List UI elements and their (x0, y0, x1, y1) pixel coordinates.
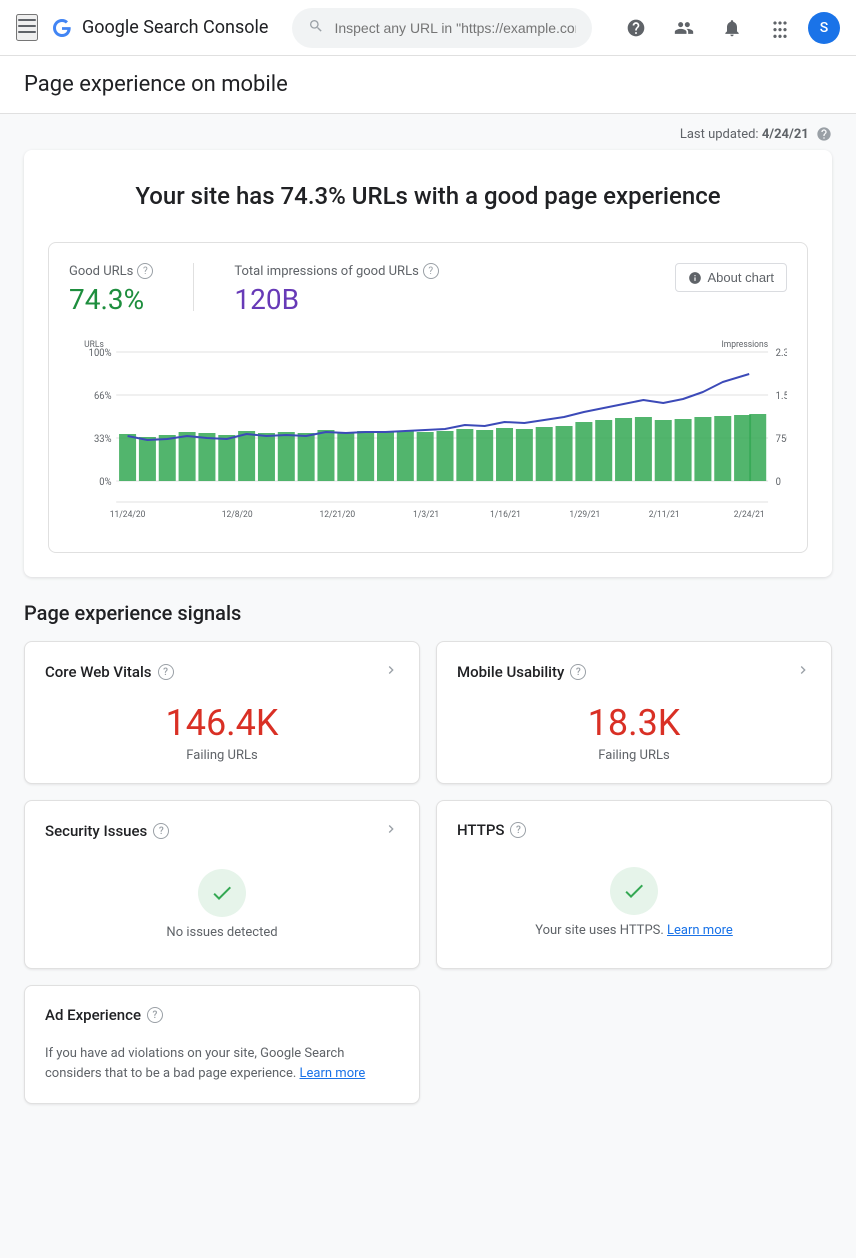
stats-row: Good URLs ? 74.3% Total impressions of g… (69, 263, 787, 316)
mobile-usability-header: Mobile Usability ? (457, 662, 811, 682)
svg-text:66%: 66% (94, 391, 112, 402)
help-icon-button[interactable] (616, 8, 656, 48)
security-check-container: No issues detected (45, 861, 399, 948)
svg-text:0%: 0% (99, 477, 111, 488)
svg-text:0: 0 (776, 477, 781, 488)
ad-learn-more-link[interactable]: Learn more (300, 1066, 366, 1081)
svg-text:11/24/20: 11/24/20 (110, 510, 146, 520)
svg-text:12/8/20: 12/8/20 (222, 510, 253, 520)
https-help-icon[interactable]: ? (510, 822, 526, 838)
security-status-text: No issues detected (166, 925, 277, 940)
hero-section: Your site has 74.3% URLs with a good pag… (24, 150, 832, 577)
svg-text:12/21/20: 12/21/20 (319, 510, 355, 520)
security-issues-header: Security Issues ? (45, 821, 399, 841)
last-updated-bar: Last updated: 4/24/21 (24, 114, 832, 150)
signals-grid: Core Web Vitals ? 146.4K Failing URLs Mo… (24, 641, 832, 969)
bell-icon-button[interactable] (712, 8, 752, 48)
search-input[interactable] (334, 20, 576, 36)
cwv-value: 146.4K (45, 702, 399, 744)
security-check-icon (210, 881, 234, 905)
si-chevron-icon[interactable] (383, 821, 399, 841)
signals-section: Page experience signals Core Web Vitals … (24, 601, 832, 1104)
mobile-usability-title: Mobile Usability ? (457, 663, 586, 681)
cwv-sublabel: Failing URLs (45, 748, 399, 763)
svg-text:1/16/21: 1/16/21 (490, 510, 521, 520)
good-urls-stat: Good URLs ? 74.3% (69, 263, 153, 316)
core-web-vitals-card: Core Web Vitals ? 146.4K Failing URLs (24, 641, 420, 784)
good-urls-help-icon[interactable]: ? (137, 263, 153, 279)
last-updated-date: 4/24/21 (762, 127, 809, 142)
chart-container: 100% 66% 33% 0% URLs 2.3B 1.5B 750M 0 Im… (69, 332, 787, 532)
ad-help-icon[interactable]: ? (147, 1007, 163, 1023)
https-check-circle (610, 867, 658, 915)
url-search-bar[interactable] (292, 8, 592, 48)
apps-icon-button[interactable] (760, 8, 800, 48)
https-check-container: Your site uses HTTPS. Learn more (457, 859, 811, 946)
core-web-vitals-title: Core Web Vitals ? (45, 663, 174, 681)
mu-value: 18.3K (457, 702, 811, 744)
info-icon (688, 271, 702, 285)
svg-text:1/29/21: 1/29/21 (569, 510, 600, 520)
security-issues-title: Security Issues ? (45, 822, 169, 840)
mobile-usability-card: Mobile Usability ? 18.3K Failing URLs (436, 641, 832, 784)
https-learn-more-link[interactable]: Learn more (667, 923, 733, 938)
ad-experience-body: If you have ad violations on your site, … (45, 1044, 399, 1083)
svg-text:Impressions: Impressions (721, 340, 768, 350)
main-content: Last updated: 4/24/21 Your site has 74.3… (0, 114, 856, 1258)
https-status-text: Your site uses HTTPS. Learn more (535, 923, 733, 938)
ad-experience-row: Ad Experience ? If you have ad violation… (24, 985, 832, 1104)
mu-help-icon[interactable]: ? (570, 664, 586, 680)
avatar[interactable]: S (808, 12, 840, 44)
stat-divider (193, 263, 194, 311)
https-card: HTTPS ? Your site uses HTTPS. Learn more (436, 800, 832, 969)
impressions-stat: Total impressions of good URLs ? 120B (234, 263, 438, 316)
app-logo: Google Search Console (50, 16, 268, 40)
chart-svg: 100% 66% 33% 0% URLs 2.3B 1.5B 750M 0 Im… (69, 332, 787, 532)
security-check-circle (198, 869, 246, 917)
mu-sublabel: Failing URLs (457, 748, 811, 763)
ad-experience-header: Ad Experience ? (45, 1006, 399, 1024)
good-urls-value: 74.3% (69, 283, 153, 316)
https-header: HTTPS ? (457, 821, 811, 839)
last-updated-help-icon[interactable] (812, 126, 832, 142)
stats-card: Good URLs ? 74.3% Total impressions of g… (48, 242, 808, 553)
ad-experience-title: Ad Experience ? (45, 1006, 163, 1024)
mu-chevron-icon[interactable] (795, 662, 811, 682)
https-check-icon (622, 879, 646, 903)
header-actions: S (616, 8, 840, 48)
svg-text:33%: 33% (94, 434, 112, 445)
page-title-bar: Page experience on mobile (0, 56, 856, 114)
app-header: Google Search Console (0, 0, 856, 56)
svg-text:750M: 750M (776, 434, 787, 445)
about-chart-button[interactable]: About chart (675, 263, 788, 292)
impressions-label: Total impressions of good URLs ? (234, 263, 438, 279)
cwv-chevron-icon[interactable] (383, 662, 399, 682)
svg-text:1/3/21: 1/3/21 (413, 510, 439, 520)
impressions-help-icon[interactable]: ? (423, 263, 439, 279)
svg-text:1.5B: 1.5B (776, 391, 787, 402)
users-icon-button[interactable] (664, 8, 704, 48)
app-title: Google Search Console (82, 17, 268, 38)
security-issues-card: Security Issues ? No issues detected (24, 800, 420, 969)
svg-text:2/24/21: 2/24/21 (734, 510, 765, 520)
impressions-value: 120B (234, 283, 438, 316)
core-web-vitals-header: Core Web Vitals ? (45, 662, 399, 682)
signals-section-title: Page experience signals (24, 601, 832, 625)
good-urls-label: Good URLs ? (69, 263, 153, 279)
https-title: HTTPS ? (457, 821, 526, 839)
ad-experience-card: Ad Experience ? If you have ad violation… (24, 985, 420, 1104)
page-title: Page experience on mobile (24, 72, 832, 97)
last-updated-label: Last updated: (680, 127, 759, 142)
svg-text:2/11/21: 2/11/21 (649, 510, 680, 520)
hero-title: Your site has 74.3% URLs with a good pag… (48, 182, 808, 210)
si-help-icon[interactable]: ? (153, 823, 169, 839)
google-logo-icon (50, 16, 74, 40)
svg-text:URLs: URLs (84, 340, 104, 350)
svg-text:2.3B: 2.3B (776, 348, 787, 359)
menu-icon[interactable] (16, 14, 38, 41)
cwv-help-icon[interactable]: ? (158, 664, 174, 680)
search-icon (308, 18, 324, 38)
